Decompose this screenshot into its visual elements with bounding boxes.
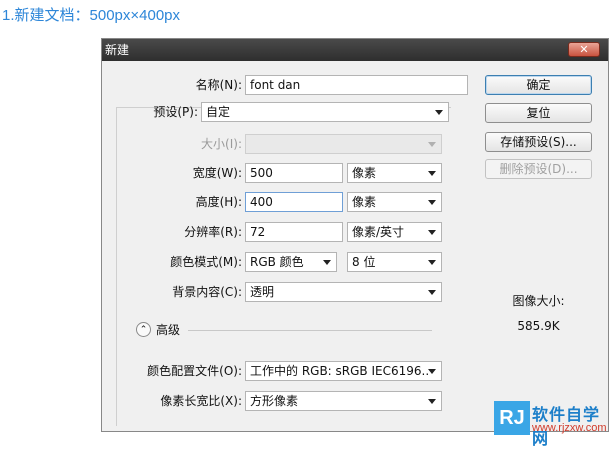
logo-mark: RJ bbox=[494, 401, 530, 435]
pixel-aspect-value: 方形像素 bbox=[250, 394, 299, 408]
chevron-down-icon bbox=[428, 200, 436, 205]
color-mode-select[interactable]: RGB 颜色 bbox=[245, 252, 337, 272]
background-value: 透明 bbox=[250, 285, 275, 299]
height-input[interactable]: 400 bbox=[245, 192, 343, 212]
page-caption: 1.新建文档：500px×400px bbox=[2, 7, 181, 24]
width-unit-value: 像素 bbox=[352, 166, 377, 180]
chevron-down-icon bbox=[435, 110, 443, 115]
preset-select[interactable]: 自定 bbox=[201, 102, 449, 122]
width-input[interactable]: 500 bbox=[245, 163, 343, 183]
bit-depth-select[interactable]: 8 位 bbox=[347, 252, 442, 272]
chevron-down-icon bbox=[323, 260, 331, 265]
resolution-unit-value: 像素/英寸 bbox=[352, 225, 405, 239]
color-profile-label: 颜色配置文件(O): bbox=[147, 364, 242, 378]
logo-url: www.rjzxw.com bbox=[532, 422, 607, 434]
preset-label: 预设(P): bbox=[153, 105, 198, 119]
pixel-aspect-select[interactable]: 方形像素 bbox=[245, 391, 442, 411]
close-icon: ✕ bbox=[579, 43, 589, 56]
chevron-down-icon bbox=[428, 171, 436, 176]
height-unit-select[interactable]: 像素 bbox=[347, 192, 442, 212]
new-document-dialog: 新建 ✕ 名称(N): font dan 预设(P): 自定 大小(I): 宽度… bbox=[101, 38, 609, 432]
site-logo: RJ 软件自学网 www.rjzxw.com bbox=[494, 401, 610, 448]
chevron-down-icon bbox=[428, 260, 436, 265]
advanced-divider bbox=[188, 330, 432, 331]
color-profile-value: 工作中的 RGB: sRGB IEC6196... bbox=[250, 364, 428, 378]
resolution-input[interactable]: 72 bbox=[245, 222, 343, 242]
dialog-titlebar[interactable]: 新建 ✕ bbox=[102, 39, 608, 61]
color-mode-label: 颜色模式(M): bbox=[170, 255, 242, 269]
advanced-toggle[interactable]: ⌃ bbox=[136, 322, 151, 337]
name-label: 名称(N): bbox=[195, 78, 242, 92]
chevron-down-icon bbox=[428, 230, 436, 235]
ok-button[interactable]: 确定 bbox=[485, 75, 592, 95]
height-unit-value: 像素 bbox=[352, 195, 377, 209]
width-label: 宽度(W): bbox=[192, 166, 242, 180]
background-select[interactable]: 透明 bbox=[245, 282, 442, 302]
background-label: 背景内容(C): bbox=[172, 285, 242, 299]
image-size-label: 图像大小: bbox=[512, 294, 565, 308]
advanced-label: 高级 bbox=[156, 323, 181, 337]
image-size-value: 585.9K bbox=[517, 319, 560, 333]
resolution-label: 分辨率(R): bbox=[184, 225, 242, 239]
color-mode-value: RGB 颜色 bbox=[250, 255, 304, 269]
save-preset-button[interactable]: 存储预设(S)... bbox=[485, 132, 592, 152]
height-label: 高度(H): bbox=[195, 195, 242, 209]
delete-preset-button: 删除预设(D)... bbox=[485, 159, 592, 179]
chevron-down-icon bbox=[428, 290, 436, 295]
width-unit-select[interactable]: 像素 bbox=[347, 163, 442, 183]
chevron-down-icon bbox=[428, 142, 436, 147]
size-select bbox=[245, 134, 442, 154]
resolution-unit-select[interactable]: 像素/英寸 bbox=[347, 222, 442, 242]
color-profile-select[interactable]: 工作中的 RGB: sRGB IEC6196... bbox=[245, 361, 442, 381]
reset-button[interactable]: 复位 bbox=[485, 103, 592, 123]
chevron-down-icon bbox=[428, 369, 436, 374]
name-input[interactable]: font dan bbox=[245, 75, 468, 95]
pixel-aspect-label: 像素长宽比(X): bbox=[160, 394, 242, 408]
size-label: 大小(I): bbox=[201, 137, 242, 151]
chevron-down-icon bbox=[428, 399, 436, 404]
bit-depth-value: 8 位 bbox=[352, 255, 376, 269]
chevron-up-icon: ⌃ bbox=[139, 325, 148, 335]
preset-value: 自定 bbox=[206, 105, 231, 119]
close-button[interactable]: ✕ bbox=[568, 42, 600, 57]
dialog-title: 新建 bbox=[105, 43, 130, 57]
